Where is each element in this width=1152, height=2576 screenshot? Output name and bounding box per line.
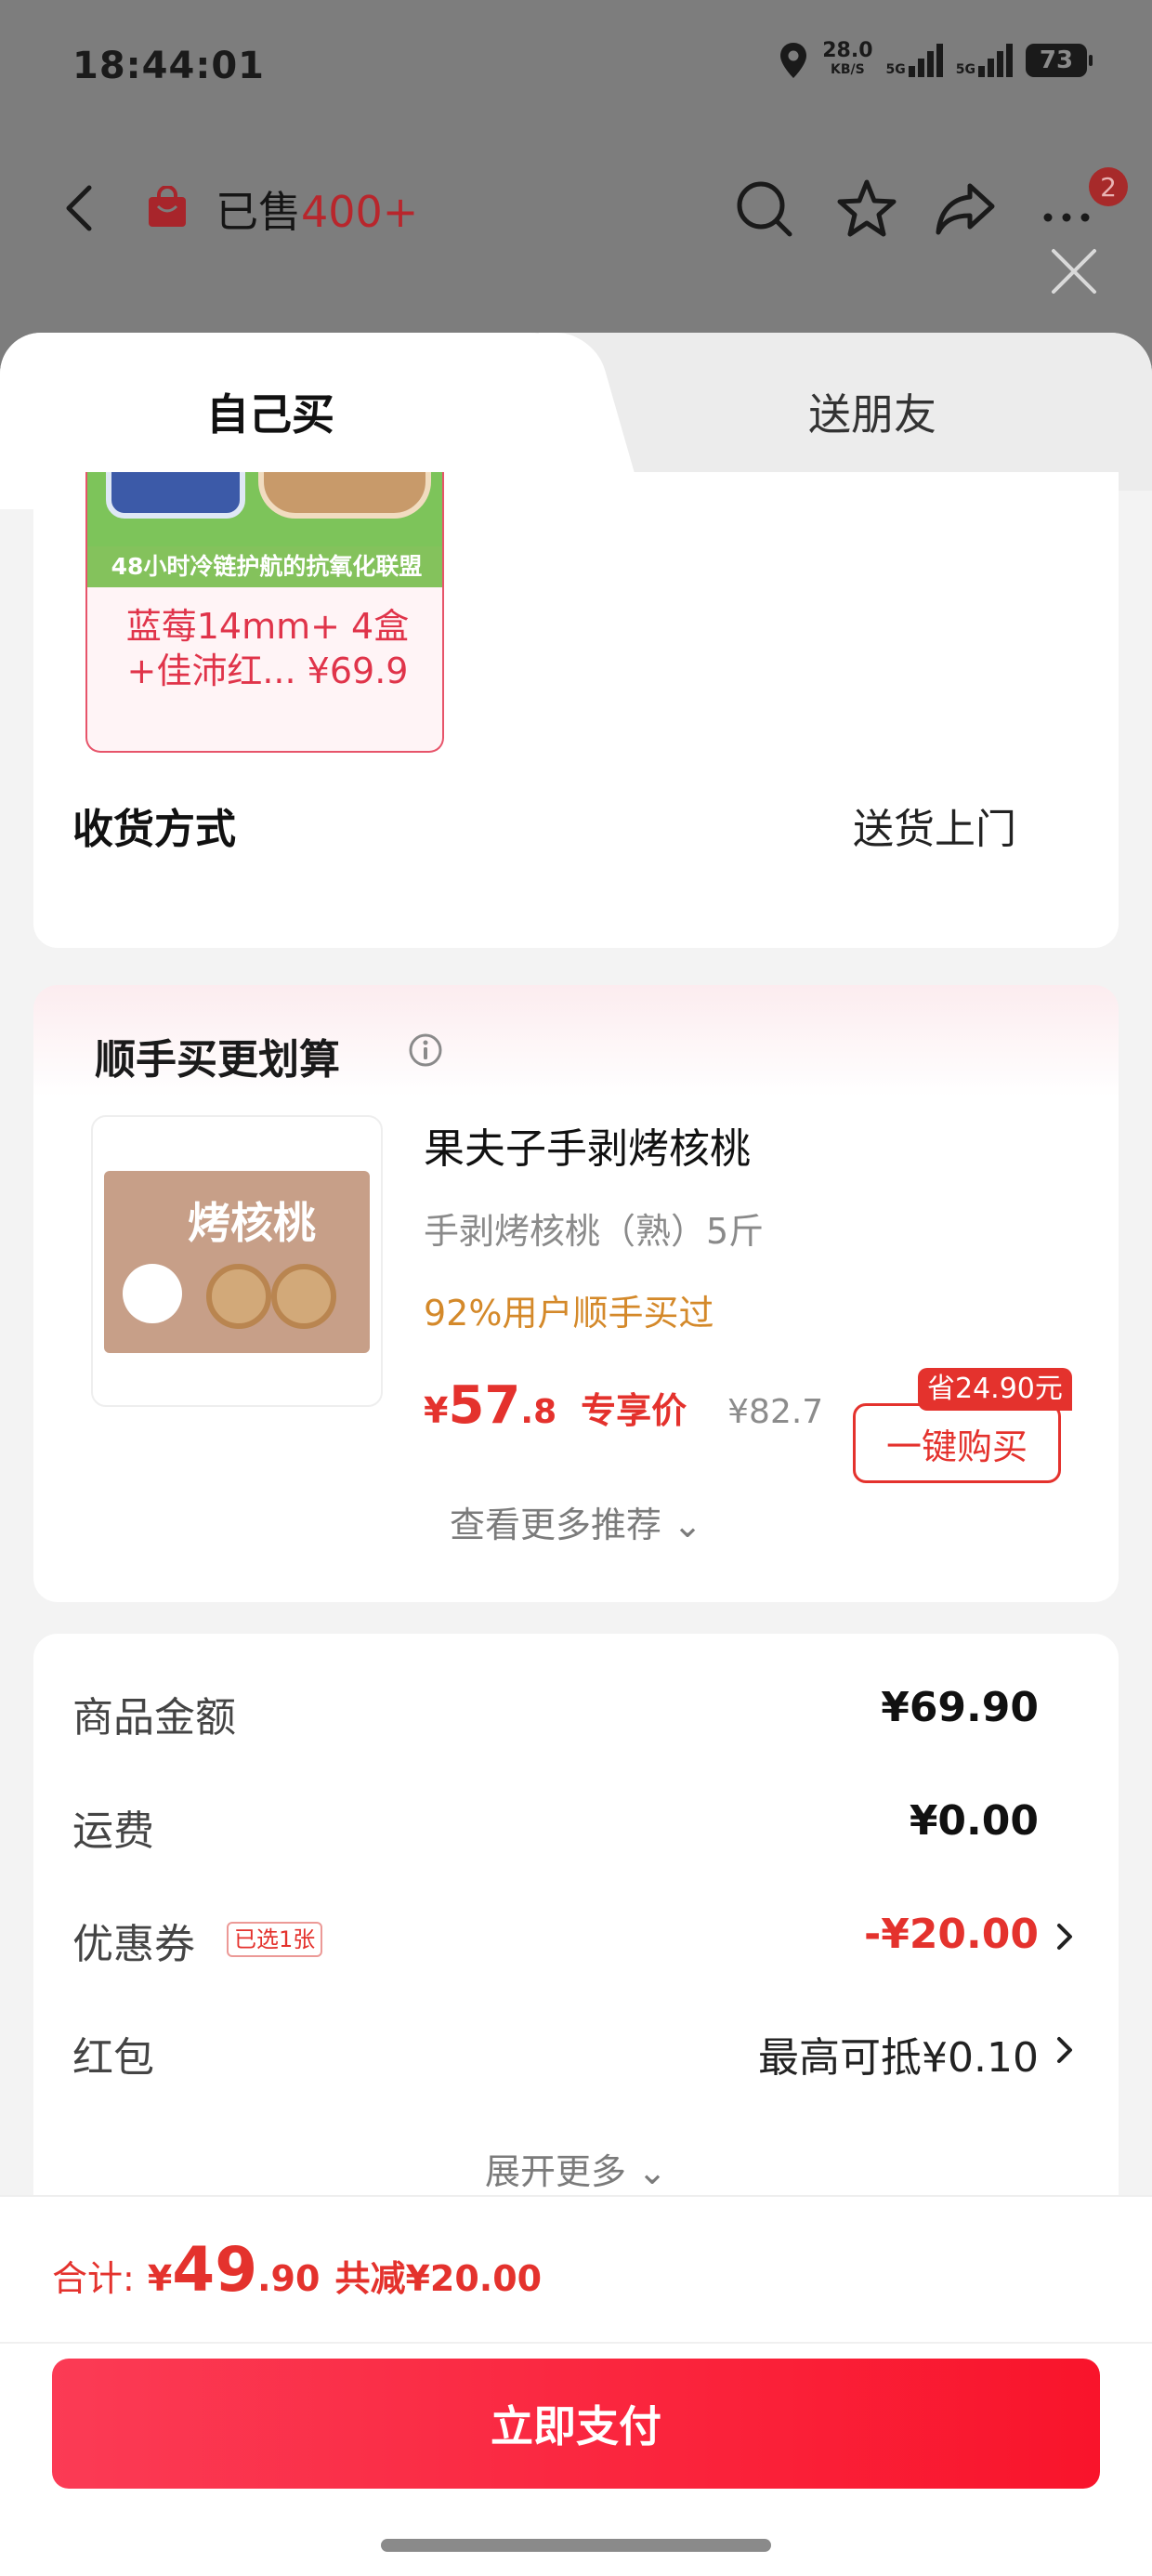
product-image[interactable]: 烤核桃 [91,1115,383,1407]
summary-row-subtotal: 商品金额 ¥69.90 [72,1684,1085,1749]
status-time: 18:44:01 [72,45,265,87]
status-bar: 18:44:01 28.0 KB/S 5G 5G 73 [0,0,1152,139]
summary-value: ¥69.90 [881,1684,1039,1731]
info-icon[interactable] [407,1032,444,1069]
total-integer: 49 [172,2234,258,2306]
total-currency: ¥ [147,2258,173,2299]
expand-more-link[interactable]: 展开更多 ⌄ [33,2143,1119,2194]
bundle-image [87,472,442,548]
original-price: ¥82.7 [727,1393,824,1431]
product-price-row: ¥ 57 .8 专享价 ¥82.7 [424,1375,823,1436]
more-recommendations-link[interactable]: 查看更多推荐 ⌄ [33,1496,1119,1547]
status-indicators: 28.0 KB/S 5G 5G 73 [778,39,1093,80]
price-tag: 专享价 [581,1390,687,1431]
blueberry-box-image [106,472,245,519]
coupon-selected-tag: 已选1张 [227,1922,323,1957]
coupon-discount-value: -¥20.00 [863,1911,1039,1958]
sold-prefix: 已售 [216,187,301,237]
save-badge: 省24.90元 [918,1368,1072,1411]
total-label: 合计: [52,2258,135,2299]
summary-label: 运费 [72,1807,154,1855]
order-item-card: 48小时冷链护航的抗氧化联盟 蓝莓14mm+ 4盒 +佳沛红... ¥69.9 … [33,472,1119,948]
top-nav: 已售400+ 2 [0,167,1152,251]
product-spec: 手剥烤核桃（熟）5斤 [424,1211,765,1252]
one-click-buy-button[interactable]: 一键购买 [853,1403,1061,1483]
box-brand: 烤核桃 [188,1198,316,1248]
bundle-strip: 48小时冷链护航的抗氧化联盟 [87,546,442,587]
red-packet-value: 最高可抵¥0.10 [758,2034,1039,2082]
price-currency: ¥ [424,1390,449,1431]
total-row: 合计: ¥ 49 .90 共减¥20.00 [52,2234,542,2306]
chevron-right-icon [1057,2037,1072,2063]
page: 18:44:01 28.0 KB/S 5G 5G 73 已售400+ 2 自己买… [0,0,1152,2576]
net-speed-value: 28.0 [822,39,873,62]
signal-5g-1: 5G [886,44,943,77]
share-icon[interactable] [933,177,998,242]
notification-badge: 2 [1089,167,1128,206]
product-name[interactable]: 果夫子手剥烤核桃 [424,1115,751,1175]
pay-now-button[interactable]: 立即支付 [52,2359,1100,2489]
close-icon[interactable] [1046,243,1102,299]
tab-self[interactable]: 自己买 [206,381,334,442]
net-speed: 28.0 KB/S [822,39,873,79]
signal-5g-2-label: 5G [955,62,975,77]
sold-number: 400+ [301,187,419,237]
tab-friend[interactable]: 送朋友 [808,381,936,442]
recommend-card: 顺手买更划算 烤核桃 果夫子手剥烤核桃 手剥烤核桃（熟）5斤 92%用户顺手买过… [33,985,1119,1602]
shipping-value[interactable]: 送货上门 [853,795,1016,855]
signal-5g-2: 5G [956,44,1013,77]
price-summary-card: 商品金额 ¥69.90 运费 ¥0.00 优惠券 已选1张 -¥20.00 红包… [33,1634,1119,2247]
summary-row-coupon[interactable]: 优惠券 已选1张 -¥20.00 [72,1911,1085,1976]
walnut-box-image: 烤核桃 [104,1171,370,1353]
back-icon[interactable] [54,180,110,236]
location-icon [780,43,807,78]
bundle-option[interactable]: 48小时冷链护航的抗氧化联盟 蓝莓14mm+ 4盒 +佳沛红... ¥69.9 [85,472,444,753]
mascot-image [123,1264,182,1323]
summary-row-red-packet[interactable]: 红包 最高可抵¥0.10 [72,2024,1085,2089]
walnut-image [206,1264,271,1329]
kiwi-plate-image [258,472,431,519]
star-icon[interactable] [834,177,899,242]
checkout-footer: 合计: ¥ 49 .90 共减¥20.00 立即支付 [0,2195,1152,2576]
chevron-right-icon [1057,1924,1072,1950]
summary-label: 优惠券 [72,1921,195,1968]
home-indicator[interactable] [381,2539,771,2552]
product-bought-rate: 92%用户顺手买过 [424,1293,714,1334]
price-integer: 57 [448,1375,521,1436]
battery-level: 73 [1039,46,1074,74]
shopping-bag-icon [149,186,186,227]
summary-label: 红包 [72,2034,154,2082]
summary-row-shipping: 运费 ¥0.00 [72,1797,1085,1862]
walnut-image [271,1264,336,1329]
summary-value: ¥0.00 [909,1797,1039,1845]
shipping-label: 收货方式 [72,806,236,853]
total-discount: 共减¥20.00 [334,2258,543,2299]
recommend-title: 顺手买更划算 [95,1036,340,1084]
signal-5g-1-label: 5G [885,62,906,77]
tab-bar: 自己买 送朋友 [0,333,1152,509]
net-speed-unit: KB/S [831,62,865,77]
price-decimal: .8 [520,1393,557,1431]
battery-icon: 73 [1026,44,1093,77]
summary-label: 商品金额 [72,1694,236,1741]
divider [0,2342,1152,2344]
sold-count: 已售400+ [216,178,418,240]
search-icon[interactable] [732,177,797,242]
bundle-title: 蓝莓14mm+ 4盒 +佳沛红... ¥69.9 [125,606,410,691]
total-decimal: .90 [257,2258,321,2299]
